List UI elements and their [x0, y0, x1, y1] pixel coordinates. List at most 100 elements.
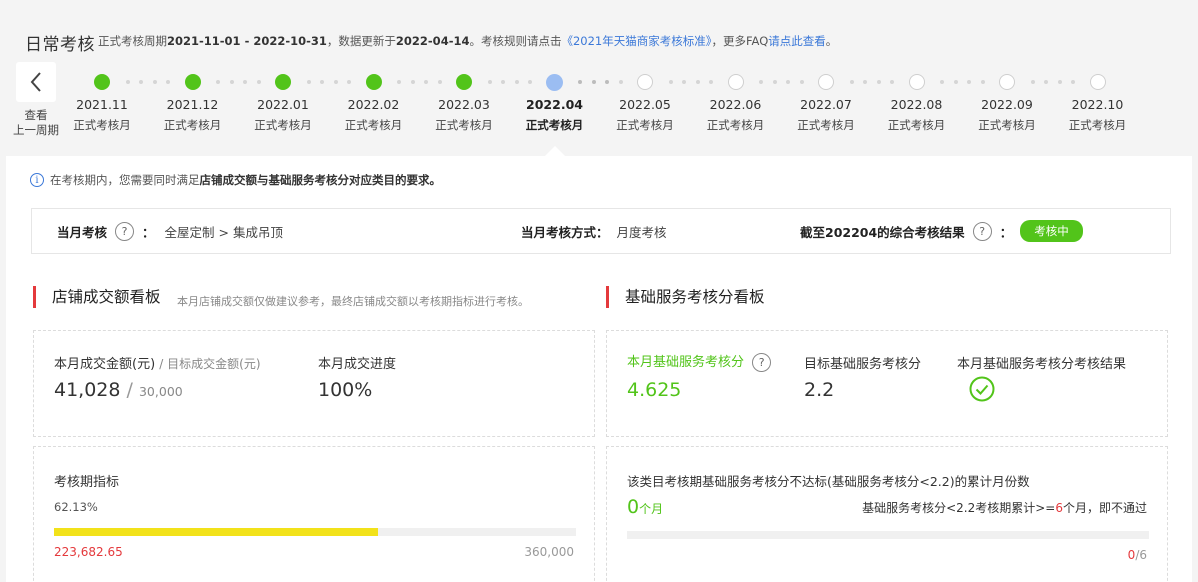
timeline-connector-dot [410, 80, 415, 84]
colon: ： [999, 224, 1013, 240]
timeline-month-sublabel[interactable]: 正式考核月 [962, 117, 1052, 133]
timeline-node-2022.01[interactable] [275, 74, 291, 90]
rule-suffix: 个月，即不通过 [1062, 501, 1147, 515]
timeline-connector-dot [1071, 80, 1075, 84]
timeline-connector-dot [397, 80, 401, 84]
timeline-node-2021.11[interactable] [94, 74, 110, 90]
timeline-month-label[interactable]: 2022.06 [691, 97, 781, 112]
service-board-title: 基础服务考核分看板 [606, 286, 765, 308]
timeline-month-sublabel[interactable]: 正式考核月 [510, 117, 600, 133]
timeline-connector-dot [256, 80, 261, 84]
timeline-node-2022.08[interactable] [908, 74, 925, 90]
timeline-connector-dot [320, 80, 324, 84]
period-label: 考核期指标 [54, 475, 120, 490]
timeline-connector-dot [876, 80, 881, 84]
timeline-connector-dot [980, 80, 985, 84]
fail-ratio: 0/6 [1128, 548, 1147, 562]
page: 日常考核 正式考核周期2021-11-01 - 2022-10-31，数据更新于… [0, 0, 1198, 582]
method-key: 当月考核方式： [521, 224, 609, 240]
current-month-pointer [545, 146, 565, 156]
timeline-month-sublabel[interactable]: 正式考核月 [419, 117, 509, 133]
timeline-connector-dot [1030, 80, 1035, 84]
timeline-connector-dot [229, 80, 234, 84]
timeline-connector-dot [799, 80, 804, 84]
timeline-month-sublabel[interactable]: 正式考核月 [57, 117, 147, 133]
timeline-month-sublabel[interactable]: 正式考核月 [148, 117, 238, 133]
timeline-month-label[interactable]: 2022.10 [1053, 97, 1143, 112]
timeline-connector-dot [967, 80, 971, 84]
sales-board-note: 本月店铺成交额仅做建议参考，最终店铺成交额以考核期指标进行考核。 [177, 295, 529, 308]
timeline-month-sublabel[interactable]: 正式考核月 [600, 117, 690, 133]
progress-label: 本月成交进度 [318, 357, 397, 372]
timeline-connector-dot [695, 80, 700, 84]
info-icon: i [30, 173, 44, 187]
timeline-node-2022.03[interactable] [456, 74, 472, 90]
rule-prefix: 基础服务考核分<2.2考核期累计>= [862, 501, 1056, 515]
amount-label-text: 本月成交金额(元) [54, 357, 156, 372]
amount-value: 41,028 / 30,000 [54, 379, 183, 401]
timeline-month-sublabel[interactable]: 正式考核月 [329, 117, 419, 133]
timeline-connector-dot [668, 80, 673, 84]
timeline-month-label[interactable]: 2022.01 [238, 97, 328, 112]
status-badge: 考核中 [1020, 220, 1083, 242]
colon: ： [142, 224, 155, 240]
result-label: 本月基础服务考核分考核结果 [957, 357, 1127, 372]
timeline-connector-dot [1057, 80, 1062, 84]
timeline-month-label[interactable]: 2021.11 [57, 97, 147, 112]
timeline-month-sublabel[interactable]: 正式考核月 [691, 117, 781, 133]
sales-board-title: 店铺成交额看板 [33, 286, 161, 308]
target: 30,000 [138, 384, 183, 399]
timeline-month-sublabel[interactable]: 正式考核月 [238, 117, 328, 133]
timeline-node-2022.07[interactable] [818, 74, 834, 90]
period-current: 223,682.65 [54, 545, 123, 559]
fail-rule: 基础服务考核分<2.2考核期累计>=6个月，即不通过 [862, 499, 1147, 516]
question-icon[interactable]: ? [972, 221, 992, 241]
timeline-connector-dot [306, 80, 311, 84]
notice-bold: 店铺成交额与基础服务考核分对应类目的要求。 [199, 173, 442, 187]
timeline-connector-dot [849, 80, 854, 84]
slash: / [126, 379, 139, 401]
timeline-node-2022.09[interactable] [999, 74, 1015, 90]
period-percent: 62.13% [54, 500, 98, 514]
timeline-node-2022.04[interactable] [546, 73, 563, 91]
score-label-text: 本月基础服务考核分 [627, 355, 745, 370]
amount-label: 本月成交金额(元) / 目标成交金额(元) [54, 353, 261, 372]
month-assess: 当月考核 ? ： 全屋定制 > 集成吊顶 [57, 209, 283, 253]
timeline-node-2022.10[interactable] [1089, 74, 1106, 90]
timeline-month-sublabel[interactable]: 正式考核月 [872, 117, 962, 133]
timeline-month-label[interactable]: 2022.09 [962, 97, 1052, 112]
score-label: 本月基础服务考核分 ? [627, 351, 772, 372]
timeline-node-2022.06[interactable] [727, 74, 744, 90]
timeline-connector-dot [437, 80, 442, 84]
timeline-month-sublabel[interactable]: 正式考核月 [1053, 117, 1143, 133]
timeline-node-2022.02[interactable] [365, 74, 382, 90]
timeline-connector-dot [333, 80, 338, 84]
timeline-month-label[interactable]: 2021.12 [148, 97, 238, 112]
timeline-month-label[interactable]: 2022.02 [329, 97, 419, 112]
timeline-connector-dot [618, 80, 623, 84]
question-icon[interactable]: ? [115, 221, 135, 241]
timeline-node-2021.12[interactable] [184, 74, 201, 90]
timeline-month-label[interactable]: 2022.03 [419, 97, 509, 112]
notice: i 在考核期内，您需要同时满足店铺成交额与基础服务考核分对应类目的要求。 [30, 172, 441, 188]
fail-title: 该类目考核期基础服务考核分不达标(基础服务考核分<2.2)的累计月份数 [627, 474, 1030, 489]
timeline-connector-dot [139, 80, 143, 84]
timeline-connector-dot [528, 80, 532, 84]
timeline-month-sublabel[interactable]: 正式考核月 [781, 117, 871, 133]
summary-bar: 当月考核 ? ： 全屋定制 > 集成吊顶 当月考核方式： 月度考核 截至2022… [31, 208, 1171, 254]
question-icon[interactable]: ? [752, 353, 772, 372]
timeline-month-label[interactable]: 2022.05 [600, 97, 690, 112]
assess-method: 当月考核方式： 月度考核 [521, 209, 667, 253]
timeline-node-2022.05[interactable] [637, 74, 653, 90]
timeline-connector-dot [682, 80, 686, 84]
timeline-connector-dot [1044, 80, 1048, 84]
timeline-connector-dot [243, 80, 247, 84]
timeline-connector-dot [514, 80, 519, 84]
service-period-box: 该类目考核期基础服务考核分不达标(基础服务考核分<2.2)的累计月份数 0个月 … [606, 446, 1168, 582]
timeline-month-label[interactable]: 2022.08 [872, 97, 962, 112]
month-assess-key: 当月考核 [57, 224, 108, 240]
period-progress-bar [54, 528, 576, 536]
period-target: 360,000 [524, 545, 574, 559]
timeline-month-label[interactable]: 2022.07 [781, 97, 871, 112]
timeline-month-label[interactable]: 2022.04 [510, 97, 600, 112]
